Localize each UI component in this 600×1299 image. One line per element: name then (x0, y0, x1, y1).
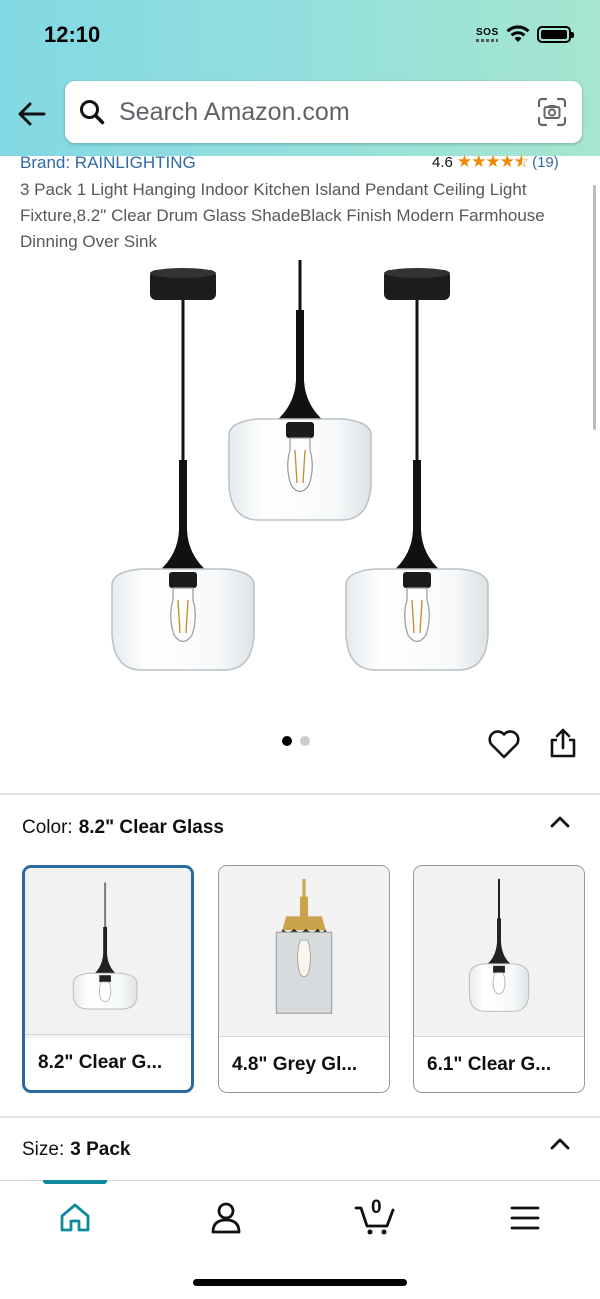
swatch-image (414, 866, 584, 1036)
active-tab-indicator (43, 1180, 107, 1184)
size-label: Size: (22, 1139, 65, 1160)
carousel-dot-2[interactable] (300, 736, 310, 746)
scrollbar[interactable] (593, 185, 596, 430)
status-time: 12:10 (44, 22, 101, 47)
rating-summary[interactable]: 4.6 ★★★★☆ ★ (19) (432, 152, 559, 172)
back-arrow-icon[interactable] (14, 96, 50, 132)
chevron-up-icon[interactable] (548, 813, 572, 831)
search-icon (80, 100, 105, 125)
rating-stars-icon: ★★★★☆ ★ (456, 152, 529, 171)
carousel-dot-1[interactable] (282, 736, 292, 746)
cart-count: 0 (371, 1197, 382, 1218)
swatch-label: 8.2" Clear G... (25, 1034, 191, 1090)
color-label: Color: (22, 817, 73, 838)
swatch-image (219, 866, 389, 1036)
share-icon[interactable] (549, 727, 577, 759)
color-option-clear-8-2[interactable]: 8.2" Clear G... (22, 865, 194, 1093)
swatch-image (25, 868, 191, 1038)
carousel-dots[interactable] (282, 736, 310, 746)
size-section-header[interactable]: Size: 3 Pack (22, 1139, 130, 1161)
account-icon[interactable] (204, 1196, 248, 1240)
color-option-clear-6-1[interactable]: 6.1" Clear G... (413, 865, 585, 1093)
rating-value: 4.6 (432, 153, 453, 171)
brand-link[interactable]: Brand: RAINLIGHTING (20, 153, 196, 173)
product-image[interactable] (100, 255, 500, 685)
search-bar[interactable] (65, 81, 582, 143)
color-option-grey-4-8[interactable]: 4.8" Grey Gl... (218, 865, 390, 1093)
signal-dots (476, 39, 498, 42)
wifi-icon (506, 25, 530, 42)
color-section-header[interactable]: Color: 8.2" Clear Glass (22, 817, 224, 839)
sos-indicator: SOS (476, 27, 499, 38)
search-input[interactable] (119, 95, 519, 129)
battery-icon (537, 26, 574, 43)
color-selected-value: 8.2" Clear Glass (78, 817, 224, 838)
cart-button[interactable]: 0 (354, 1196, 398, 1240)
camera-search-icon[interactable] (537, 97, 567, 127)
size-selected-value: 3 Pack (70, 1139, 131, 1160)
section-divider (0, 1116, 600, 1118)
section-divider (0, 793, 600, 795)
rating-count[interactable]: (19) (532, 154, 559, 171)
menu-icon[interactable] (503, 1196, 547, 1240)
swatch-label: 4.8" Grey Gl... (219, 1036, 389, 1092)
home-icon[interactable] (53, 1196, 97, 1240)
product-title: 3 Pack 1 Light Hanging Indoor Kitchen Is… (20, 180, 545, 251)
home-indicator[interactable] (193, 1279, 407, 1286)
swatch-label: 6.1" Clear G... (414, 1036, 584, 1092)
chevron-up-icon[interactable] (548, 1135, 572, 1153)
app-header: 12:10 SOS (0, 0, 600, 156)
heart-icon[interactable] (487, 728, 521, 760)
